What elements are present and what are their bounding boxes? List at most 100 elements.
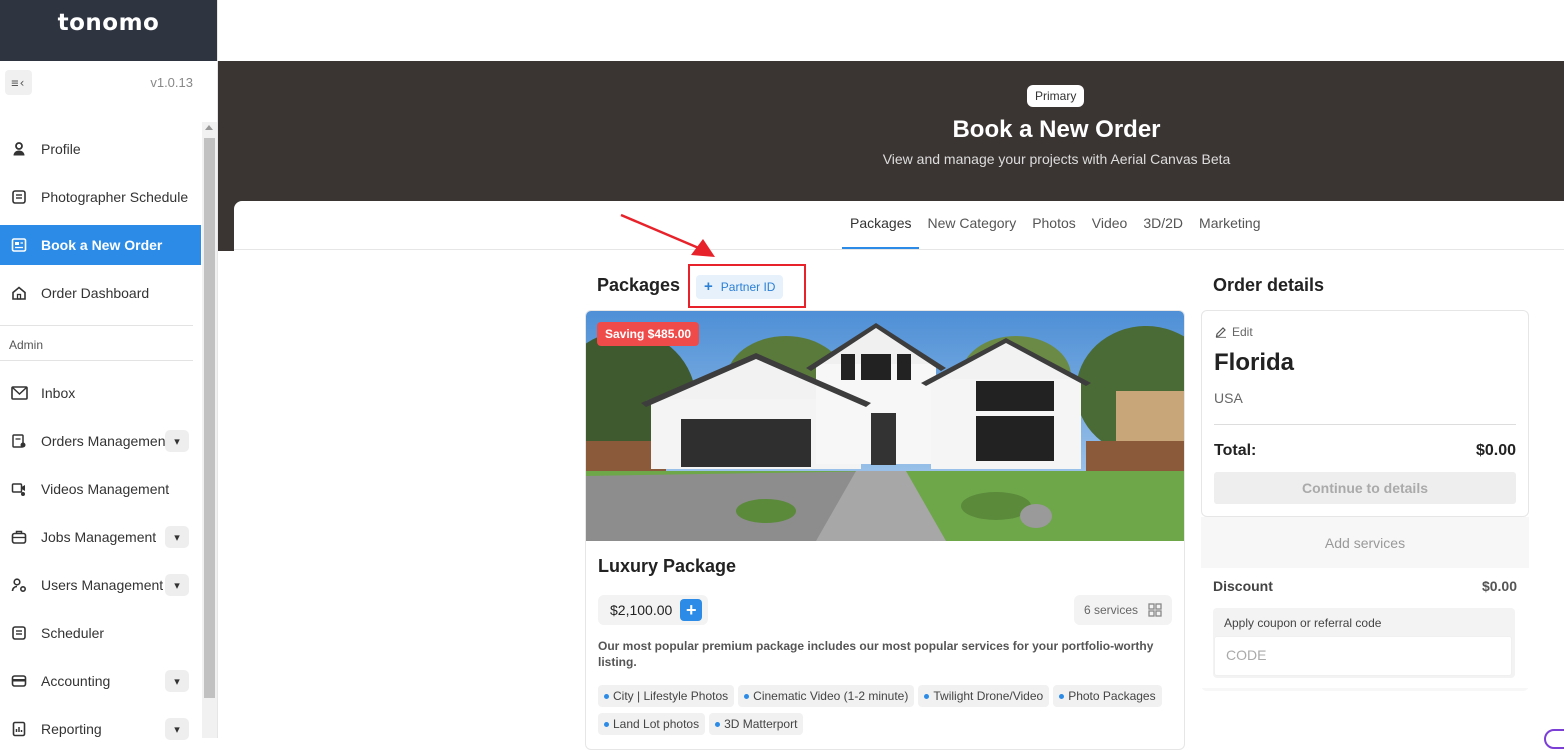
package-price: $2,100.00 + <box>598 595 709 625</box>
coupon-code-input[interactable]: CODE <box>1214 636 1512 676</box>
service-tag-label: Twilight Drone/Video <box>933 689 1044 703</box>
tab-packages[interactable]: Packages <box>842 201 920 249</box>
annotation-arrow-icon <box>620 213 715 257</box>
admin-section-label: Admin <box>9 338 44 352</box>
service-tag: Cinematic Video (1-2 minute) <box>738 685 915 707</box>
scroll-up-icon[interactable] <box>205 125 213 130</box>
add-services-button[interactable]: Add services <box>1201 535 1529 551</box>
sidebar-item-label: Profile <box>41 141 81 157</box>
coupon-label: Apply coupon or referral code <box>1224 616 1382 630</box>
sidebar-item-videos-management[interactable]: Videos Management <box>0 465 201 513</box>
report-icon <box>10 720 28 738</box>
sidebar-scrollbar[interactable] <box>202 122 217 738</box>
chevron-down-icon[interactable]: ▾ <box>165 574 189 596</box>
chevron-down-icon[interactable]: ▾ <box>165 526 189 548</box>
pencil-icon <box>1215 327 1226 338</box>
sidebar-item-order-dashboard[interactable]: Order Dashboard <box>0 269 201 317</box>
sidebar-divider <box>0 325 193 326</box>
sidebar-item-photographer-schedule[interactable]: Photographer Schedule <box>0 173 201 221</box>
wallet-icon <box>10 672 28 690</box>
price-value: $2,100.00 <box>610 602 673 618</box>
sidebar-item-reporting[interactable]: Reporting ▾ <box>0 705 201 753</box>
package-name: Luxury Package <box>598 556 737 576</box>
sidebar-item-label: Book a New Order <box>41 237 163 253</box>
sidebar-item-label: Inbox <box>41 385 76 401</box>
tab-3d-2d[interactable]: 3D/2D <box>1135 201 1191 249</box>
sidebar-item-jobs-management[interactable]: Jobs Management ▾ <box>0 513 201 561</box>
service-tag-label: Photo Packages <box>1068 689 1156 703</box>
total-value: $0.00 <box>1475 442 1516 459</box>
tab-new-category[interactable]: New Category <box>919 201 1024 249</box>
category-tabs: Packages New Category Photos Video 3D/2D… <box>842 201 1269 249</box>
order-country: USA <box>1214 390 1243 406</box>
service-tag-label: 3D Matterport <box>724 717 798 731</box>
service-tag: Twilight Drone/Video <box>918 685 1050 707</box>
service-tag: Land Lot photos <box>598 713 706 735</box>
scheduler-icon <box>10 624 28 642</box>
service-tag-label: Cinematic Video (1-2 minute) <box>753 689 909 703</box>
service-tag: 3D Matterport <box>709 713 804 735</box>
edit-location-button[interactable]: Edit <box>1215 325 1253 339</box>
sidebar-item-book-new-order[interactable]: Book a New Order <box>0 225 201 265</box>
sidebar-item-inbox[interactable]: Inbox <box>0 369 201 417</box>
user-icon <box>10 140 28 158</box>
sidebar-item-label: Scheduler <box>41 625 105 641</box>
service-tag-label: Land Lot photos <box>613 717 700 731</box>
continue-to-details-button[interactable]: Continue to details <box>1214 472 1516 504</box>
users-gear-icon <box>10 576 28 594</box>
chat-widget-button[interactable] <box>1544 729 1564 749</box>
collapse-sidebar-icon[interactable]: ≡‹ <box>5 70 32 95</box>
coupon-section: Apply coupon or referral code CODE <box>1213 608 1515 678</box>
grid-icon <box>1148 603 1162 617</box>
discount-label: Discount <box>1213 578 1273 594</box>
service-tag-label: City | Lifestyle Photos <box>613 689 729 703</box>
scrollbar-thumb[interactable] <box>204 138 215 698</box>
tab-video[interactable]: Video <box>1084 201 1136 249</box>
discount-section: Discount $0.00 Apply coupon or referral … <box>1201 568 1529 688</box>
bullet-icon <box>604 693 609 699</box>
sidebar-item-profile[interactable]: Profile <box>0 125 201 173</box>
video-icon <box>10 480 28 498</box>
bullet-icon <box>924 693 930 699</box>
divider <box>1214 424 1516 425</box>
bullet-icon <box>604 721 609 727</box>
sidebar-item-label: Order Dashboard <box>41 285 150 301</box>
tab-marketing[interactable]: Marketing <box>1191 201 1268 249</box>
chevron-down-icon[interactable]: ▾ <box>165 718 189 740</box>
annotation-highlight-box: + Partner ID <box>688 264 806 308</box>
package-card[interactable]: Saving $485.00 Luxury Package $2,100.00 … <box>585 310 1185 750</box>
sidebar-top: ≡‹ v1.0.13 <box>0 68 201 98</box>
tab-photos[interactable]: Photos <box>1024 201 1084 249</box>
sidebar-item-label: Reporting <box>41 721 102 737</box>
sidebar-item-label: Photographer Schedule <box>41 189 189 205</box>
order-state: Florida <box>1214 349 1295 376</box>
sidebar-nav: Profile Photographer Schedule Book a New… <box>0 125 201 753</box>
sidebar-item-scheduler[interactable]: Scheduler <box>0 609 201 657</box>
sidebar-divider <box>0 360 193 361</box>
chevron-down-icon[interactable]: ▾ <box>165 430 189 452</box>
partner-id-button[interactable]: + Partner ID <box>696 275 784 299</box>
order-details-card: Edit Florida USA Total: $0.00 Continue t… <box>1201 310 1529 517</box>
discount-value: $0.00 <box>1481 578 1517 594</box>
packages-heading: Packages <box>597 275 681 295</box>
chevron-down-icon[interactable]: ▾ <box>165 670 189 692</box>
sidebar-item-accounting[interactable]: Accounting ▾ <box>0 657 201 705</box>
order-details-heading: Order details <box>1213 275 1325 295</box>
briefcase-icon <box>10 528 28 546</box>
add-package-button[interactable]: + <box>680 599 703 621</box>
primary-badge: Primary <box>1027 85 1085 107</box>
sidebar-item-label: Videos Management <box>41 481 170 497</box>
services-count-button[interactable]: 6 services <box>1073 595 1172 625</box>
package-image: Saving $485.00 <box>586 311 1184 541</box>
sidebar-item-users-management[interactable]: Users Management ▾ <box>0 561 201 609</box>
edit-label: Edit <box>1232 325 1253 339</box>
sidebar-item-label: Users Management <box>41 577 164 593</box>
bullet-icon <box>715 721 721 727</box>
services-count: 6 services <box>1083 603 1138 617</box>
sidebar-item-orders-management[interactable]: Orders Management ▾ <box>0 417 201 465</box>
saving-badge: Saving $485.00 <box>597 322 700 346</box>
total-label: Total: <box>1214 442 1257 459</box>
version-label: v1.0.13 <box>150 75 193 90</box>
plus-icon: + <box>704 278 713 295</box>
service-tag: City | Lifestyle Photos <box>598 685 735 707</box>
